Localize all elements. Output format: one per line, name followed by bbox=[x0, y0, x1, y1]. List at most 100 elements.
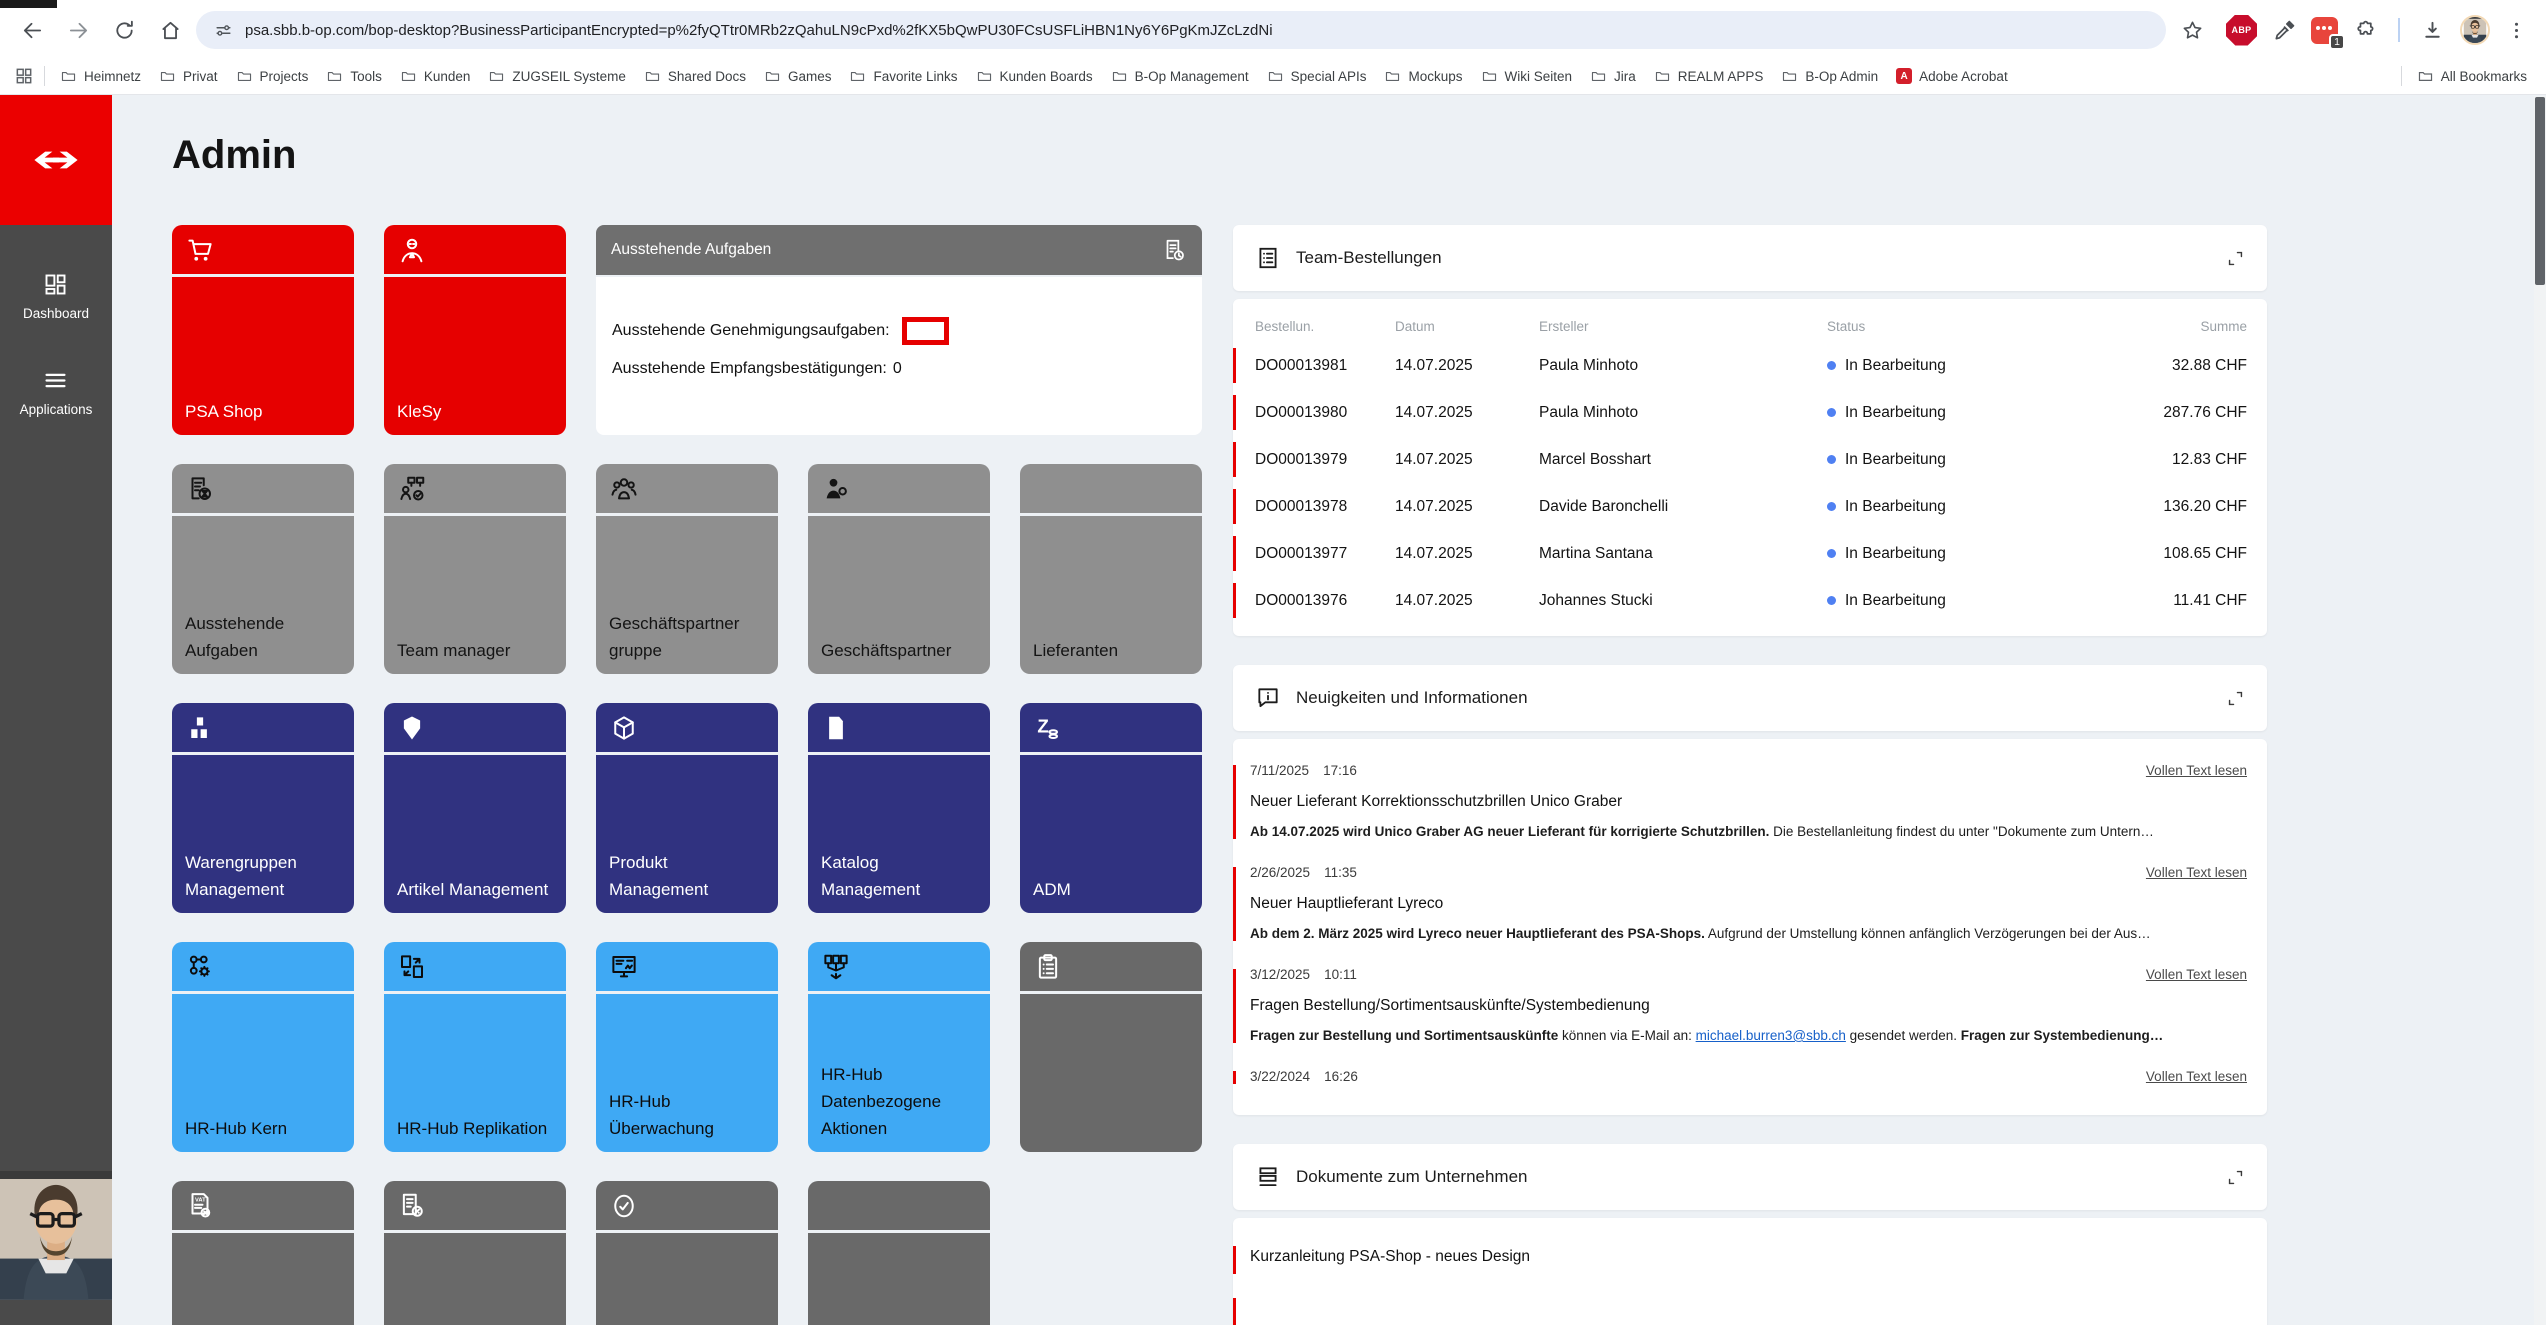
downloads-icon[interactable] bbox=[2414, 12, 2450, 48]
bookmark-item-heimnetz[interactable]: Heimnetz bbox=[51, 65, 150, 88]
column-header-ersteller: Ersteller bbox=[1539, 319, 1827, 334]
bookmark-item-shared-docs[interactable]: Shared Docs bbox=[635, 65, 755, 88]
bookmark-item-b-op-admin[interactable]: B-Op Admin bbox=[1772, 65, 1887, 88]
folder-icon bbox=[644, 68, 661, 85]
eyedropper-extension-icon[interactable] bbox=[2267, 13, 2301, 47]
sidebar-item-applications[interactable]: Applications bbox=[20, 367, 93, 417]
tile-lieferanten[interactable]: Lieferanten bbox=[1020, 464, 1202, 674]
order-row-DO00013978[interactable]: DO0001397814.07.2025Davide BaronchelliIn… bbox=[1233, 483, 2267, 530]
order-row-DO00013977[interactable]: DO0001397714.07.2025Martina SantanaIn Be… bbox=[1233, 530, 2267, 577]
bookmark-item-games[interactable]: Games bbox=[755, 65, 841, 88]
toolbar-divider bbox=[2398, 18, 2400, 42]
tile-psa-shop[interactable]: PSA Shop bbox=[172, 225, 354, 435]
news-item-excerpt: Fragen zur Bestellung und Sortimentsausk… bbox=[1250, 1028, 2247, 1043]
back-icon[interactable] bbox=[12, 10, 52, 50]
address-bar[interactable]: psa.sbb.b-op.com/bop-desktop?BusinessPar… bbox=[196, 11, 2166, 49]
folder-icon bbox=[849, 68, 866, 85]
tile-label: Produkt Management bbox=[609, 849, 765, 903]
tile-katalog-management[interactable]: Katalog Management bbox=[808, 703, 990, 913]
tile-gesch-ftspartner-gruppe[interactable]: Geschäftspartner gruppe bbox=[596, 464, 778, 674]
column-header-status: Status bbox=[1827, 319, 2089, 334]
bookmark-item-privat[interactable]: Privat bbox=[150, 65, 227, 88]
sidebar-item-label: Dashboard bbox=[23, 306, 89, 321]
tile-label: Geschäftspartner gruppe bbox=[609, 610, 765, 664]
news-item: 2/26/202511:35Vollen Text lesenNeuer Hau… bbox=[1233, 865, 2247, 941]
document-item[interactable]: Kurzanleitung PSA-Shop - neues Design bbox=[1233, 1248, 2247, 1270]
bookmark-item-kunden[interactable]: Kunden bbox=[391, 65, 480, 88]
tile-label: PSA Shop bbox=[185, 398, 263, 425]
table-header-row: Bestellun.DatumErstellerStatusSumme bbox=[1233, 299, 2267, 342]
bookmark-item-zugseil-systeme[interactable]: ZUGSEIL Systeme bbox=[479, 65, 635, 88]
order-sum: 108.65 CHF bbox=[2089, 545, 2247, 563]
tile-adm[interactable]: ZADM bbox=[1020, 703, 1202, 913]
tile-produkt-management[interactable]: Produkt Management bbox=[596, 703, 778, 913]
bookmark-item-projects[interactable]: Projects bbox=[227, 65, 318, 88]
scrollbar-thumb[interactable] bbox=[2535, 97, 2545, 285]
browser-menu-icon[interactable] bbox=[2500, 14, 2532, 46]
adblock-extension-icon[interactable]: ABP bbox=[2226, 15, 2257, 46]
menu-icon bbox=[42, 367, 69, 394]
sidebar-profile[interactable]: Rene bbox=[0, 1149, 112, 1325]
expand-icon[interactable] bbox=[2226, 249, 2245, 268]
bookmark-item-adobe-acrobat[interactable]: AAdobe Acrobat bbox=[1887, 65, 2017, 87]
tile-klesy[interactable]: KleSy bbox=[384, 225, 566, 435]
bookmark-star-icon[interactable] bbox=[2172, 10, 2212, 50]
read-more-link[interactable]: Vollen Text lesen bbox=[2146, 1069, 2247, 1084]
tile-gesch-ftspartner[interactable]: Geschäftspartner bbox=[808, 464, 990, 674]
tile-artikel-management[interactable]: Artikel Management bbox=[384, 703, 566, 913]
team-orders-table: Bestellun.DatumErstellerStatusSumme DO00… bbox=[1233, 299, 2267, 636]
tile-blank[interactable] bbox=[384, 1181, 566, 1325]
tile-ausstehende-aufgaben[interactable]: Ausstehende Aufgaben bbox=[172, 464, 354, 674]
reload-icon[interactable] bbox=[104, 10, 144, 50]
bookmark-item-kunden-boards[interactable]: Kunden Boards bbox=[967, 65, 1102, 88]
home-icon[interactable] bbox=[150, 10, 190, 50]
sidebar-item-dashboard[interactable]: Dashboard bbox=[23, 271, 89, 321]
document-item[interactable] bbox=[1233, 1300, 2247, 1322]
order-date: 14.07.2025 bbox=[1395, 545, 1539, 563]
all-bookmarks[interactable]: All Bookmarks bbox=[2408, 65, 2536, 88]
bookmark-item-favorite-links[interactable]: Favorite Links bbox=[840, 65, 966, 88]
company-docs-header: Dokumente zum Unternehmen bbox=[1233, 1144, 2267, 1210]
company-docs-panel: Dokumente zum Unternehmen Kurzanleitung … bbox=[1233, 1144, 2267, 1325]
tile-warengruppen-management[interactable]: Warengruppen Management bbox=[172, 703, 354, 913]
task-row: Ausstehende Empfangsbestätigungen:0 bbox=[612, 360, 1186, 378]
tile-team-manager[interactable]: Team manager bbox=[384, 464, 566, 674]
read-more-link[interactable]: Vollen Text lesen bbox=[2146, 865, 2247, 880]
tile-blank[interactable] bbox=[1020, 942, 1202, 1152]
bookmark-item-special-apis[interactable]: Special APIs bbox=[1258, 65, 1376, 88]
bookmark-label: Games bbox=[788, 69, 832, 84]
tile-blank[interactable] bbox=[808, 1181, 990, 1325]
folder-icon bbox=[326, 68, 343, 85]
bookmark-item-realm-apps[interactable]: REALM APPS bbox=[1645, 65, 1773, 88]
bookmark-item-b-op-management[interactable]: B-Op Management bbox=[1102, 65, 1258, 88]
order-row-DO00013976[interactable]: DO0001397614.07.2025Johannes StuckiIn Be… bbox=[1233, 577, 2267, 624]
password-extension-icon[interactable]: 1 bbox=[2311, 17, 2338, 44]
tile-blank[interactable] bbox=[596, 1181, 778, 1325]
forward-icon[interactable] bbox=[58, 10, 98, 50]
tile-hr-hub-replikation[interactable]: HR-Hub Replikation bbox=[384, 942, 566, 1152]
expand-icon[interactable] bbox=[2226, 1168, 2245, 1187]
order-row-DO00013980[interactable]: DO0001398014.07.2025Paula MinhotoIn Bear… bbox=[1233, 389, 2267, 436]
bookmark-item-jira[interactable]: Jira bbox=[1581, 65, 1645, 88]
order-row-DO00013981[interactable]: DO0001398114.07.2025Paula MinhotoIn Bear… bbox=[1233, 342, 2267, 389]
read-more-link[interactable]: Vollen Text lesen bbox=[2146, 763, 2247, 778]
tile-hr-hub-kern[interactable]: HR-Hub Kern bbox=[172, 942, 354, 1152]
side-panel-icon[interactable] bbox=[14, 66, 34, 86]
extensions-puzzle-icon[interactable] bbox=[2348, 12, 2384, 48]
bookmark-item-wiki-seiten[interactable]: Wiki Seiten bbox=[1472, 65, 1582, 88]
check-circle-icon bbox=[609, 1191, 639, 1221]
bookmark-item-mockups[interactable]: Mockups bbox=[1375, 65, 1471, 88]
tile-hr-hub-datenbezogene-aktionen[interactable]: HR-Hub Datenbezogene Aktionen bbox=[808, 942, 990, 1152]
bookmark-item-tools[interactable]: Tools bbox=[317, 65, 391, 88]
bookmark-label: Heimnetz bbox=[84, 69, 141, 84]
email-link[interactable]: michael.burren3@sbb.ch bbox=[1696, 1028, 1846, 1043]
browser-profile-avatar[interactable] bbox=[2460, 15, 2490, 45]
browser-window: psa.sbb.b-op.com/bop-desktop?BusinessPar… bbox=[0, 0, 2546, 1325]
tile-blank[interactable]: VAT bbox=[172, 1181, 354, 1325]
expand-icon[interactable] bbox=[2226, 689, 2245, 708]
page-scrollbar[interactable] bbox=[2534, 96, 2546, 1325]
tile-hr-hub-berwachung[interactable]: HR-Hub Überwachung bbox=[596, 942, 778, 1152]
read-more-link[interactable]: Vollen Text lesen bbox=[2146, 967, 2247, 982]
tile-label: Geschäftspartner bbox=[821, 637, 951, 664]
order-row-DO00013979[interactable]: DO0001397914.07.2025Marcel BosshartIn Be… bbox=[1233, 436, 2267, 483]
